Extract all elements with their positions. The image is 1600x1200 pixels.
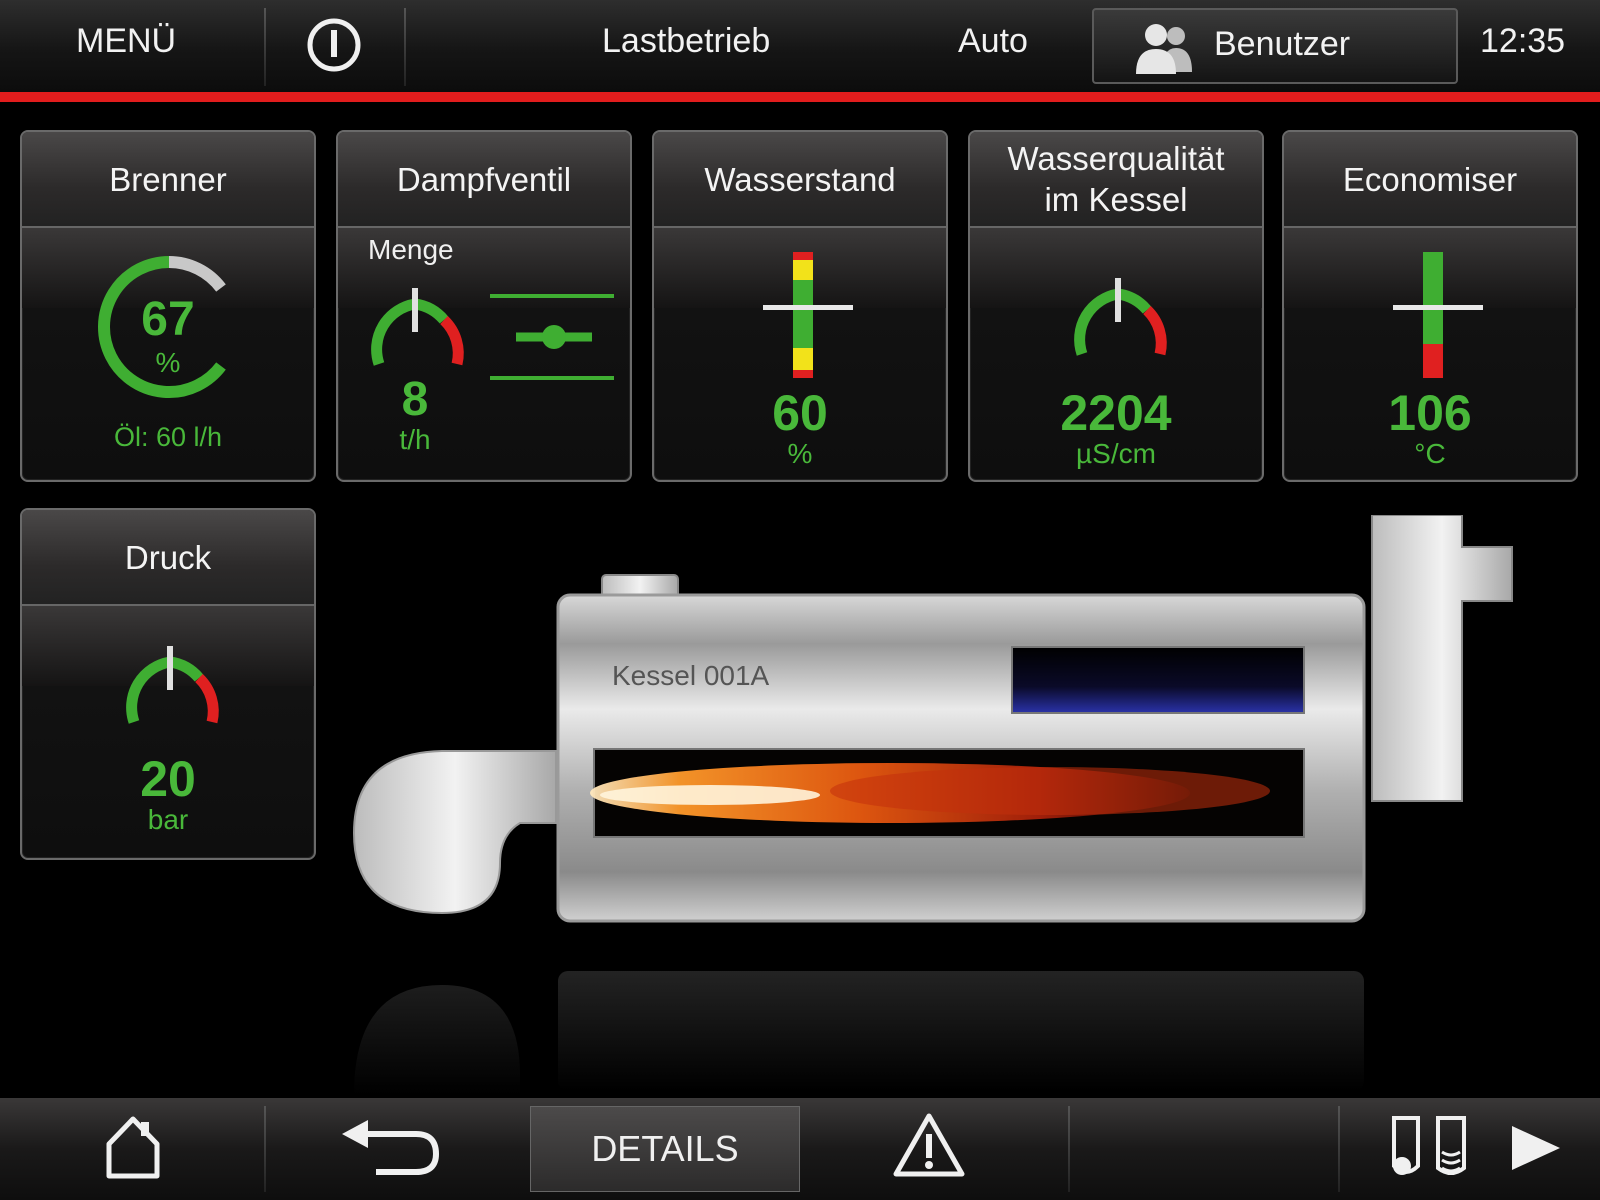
water-quality-gauge: [1074, 278, 1167, 356]
economiser-unit: °C: [1414, 438, 1446, 469]
burner-unit: %: [155, 347, 181, 378]
home-icon[interactable]: [104, 1114, 162, 1180]
water-window: [1011, 646, 1305, 714]
tanks-icon[interactable]: [1388, 1112, 1470, 1182]
pressure-value: 20: [140, 751, 196, 807]
flow-sublabel: Menge: [368, 234, 454, 265]
tile-druck[interactable]: Druck 20 bar: [20, 508, 316, 860]
users-icon: [1136, 24, 1192, 74]
user-button-label: Benutzer: [1214, 25, 1351, 63]
auto-mode-status[interactable]: Auto: [958, 22, 1028, 61]
economiser-temperature-bar: [1393, 252, 1483, 378]
tile-dampfventil[interactable]: Dampfventil Menge 8 t/h: [336, 130, 632, 482]
clock: 12:35: [1480, 22, 1566, 60]
tile-title: Brenner: [22, 132, 314, 228]
mode-status: Lastbetrieb: [602, 22, 771, 60]
boiler-illustration[interactable]: [350, 515, 1550, 1095]
economiser-value: 106: [1388, 385, 1472, 441]
steam-valve-gauge: [371, 288, 464, 366]
chimney: [1371, 515, 1513, 802]
divider: [1068, 1106, 1070, 1192]
play-icon[interactable]: [1510, 1124, 1562, 1172]
steam-valve-value: 8: [401, 373, 429, 426]
divider: [264, 8, 266, 86]
water-quality-value: 2204: [1060, 385, 1172, 441]
burner-fuel-rate: Öl: 60 l/h: [113, 422, 223, 452]
user-button[interactable]: Benutzer: [1092, 8, 1458, 84]
tile-title: Wasserqualität im Kessel: [970, 132, 1262, 228]
divider: [404, 8, 406, 86]
divider: [264, 1106, 266, 1192]
tile-title: Dampfventil: [338, 132, 630, 228]
pressure-gauge: [126, 646, 219, 724]
tile-title: Druck: [22, 510, 314, 606]
top-bar: MENÜ Lastbetrieb Auto Benutzer 12:35: [0, 0, 1600, 92]
bottom-bar: DETAILS: [0, 1098, 1600, 1200]
tile-title: Economiser: [1284, 132, 1576, 228]
valve-symbol-icon: [490, 294, 614, 380]
pressure-unit: bar: [147, 804, 189, 835]
water-level-unit: %: [787, 438, 813, 469]
tile-brenner[interactable]: Brenner 67 % Öl: 60 l/h: [20, 130, 316, 482]
tile-title: Wasserstand: [654, 132, 946, 228]
water-level-value: 60: [772, 385, 828, 441]
tile-economiser[interactable]: Economiser 106 °C: [1282, 130, 1578, 482]
back-arrow-icon[interactable]: [338, 1116, 442, 1178]
water-level-bar: [763, 252, 853, 378]
warning-icon[interactable]: [892, 1112, 966, 1178]
divider: [1338, 1106, 1340, 1192]
details-button[interactable]: DETAILS: [530, 1106, 800, 1192]
power-icon[interactable]: [306, 17, 362, 73]
blower: [352, 750, 557, 915]
menu-button[interactable]: MENÜ: [76, 22, 176, 61]
water-quality-unit: µS/cm: [1076, 438, 1156, 469]
accent-line: [0, 92, 1600, 102]
burner-value: 67: [141, 293, 195, 346]
tile-wasserqualitaet[interactable]: Wasserqualität im Kessel 2204 µS/cm: [968, 130, 1264, 482]
boiler-label: Kessel 001A: [612, 660, 770, 691]
tile-wasserstand[interactable]: Wasserstand 60 %: [652, 130, 948, 482]
steam-valve-unit: t/h: [399, 424, 431, 455]
